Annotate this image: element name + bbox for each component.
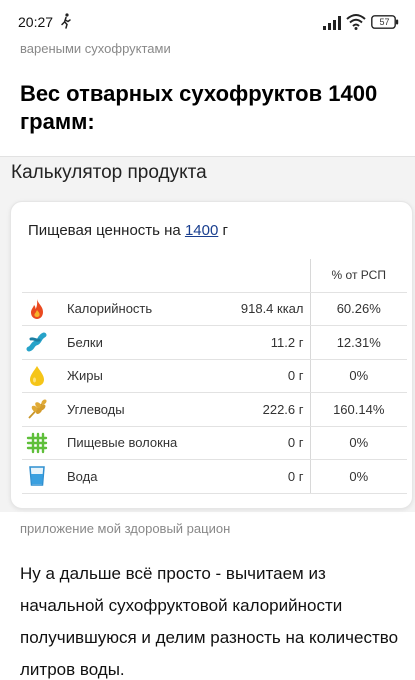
nutrient-name: Углеводы bbox=[52, 392, 204, 427]
signal-icon bbox=[323, 16, 341, 30]
image-caption-top: вареными сухофруктами bbox=[20, 41, 171, 56]
pct-header: % от РСП bbox=[310, 259, 407, 293]
table-row: Углеводы 222.6 г 160.14% bbox=[22, 392, 407, 427]
table-row: Жиры 0 г 0% bbox=[22, 359, 407, 393]
nutrient-percent: 0% bbox=[310, 459, 407, 494]
table-row: Белки 11.2 г 12.31% bbox=[22, 325, 407, 360]
nutrient-name: Калорийность bbox=[52, 292, 204, 326]
table-header-row: % от РСП bbox=[22, 259, 407, 293]
nutrient-percent: 0% bbox=[310, 359, 407, 393]
card-title-quantity[interactable]: 1400 bbox=[185, 222, 218, 239]
fat-drop-icon bbox=[30, 365, 44, 386]
water-glass-icon bbox=[29, 466, 45, 486]
card-title-unit: г bbox=[222, 222, 228, 239]
nutrient-value: 918.4 ккал bbox=[204, 292, 311, 326]
nutrient-value: 11.2 г bbox=[204, 325, 311, 360]
table-row: Пищевые волокна 0 г 0% bbox=[22, 426, 407, 460]
nutrient-name: Вода bbox=[52, 459, 204, 494]
image-caption-bottom: приложение мой здоровый рацион bbox=[20, 521, 231, 536]
nutrient-percent: 12.31% bbox=[310, 325, 407, 360]
card-title-prefix: Пищевая ценность на bbox=[28, 222, 181, 239]
calculator-title: Калькулятор продукта bbox=[11, 162, 207, 183]
article-heading: Вес отварных сухофруктов 1400 грамм: bbox=[20, 81, 378, 134]
nutrient-percent: 60.26% bbox=[310, 292, 407, 326]
nutrition-table: % от РСП Калорийность 918.4 ккал 60.26% … bbox=[22, 259, 407, 494]
nutrient-name: Жиры bbox=[52, 359, 204, 393]
nutrient-value: 0 г bbox=[204, 426, 311, 460]
table-row: Вода 0 г 0% bbox=[22, 459, 407, 494]
nutrient-name: Пищевые волокна bbox=[52, 426, 204, 460]
wifi-icon bbox=[346, 14, 366, 30]
nutrition-card-title: Пищевая ценность на 1400 г bbox=[28, 222, 228, 239]
nutrient-name: Белки bbox=[52, 325, 204, 360]
wheat-icon bbox=[28, 399, 47, 419]
fire-icon bbox=[31, 298, 43, 319]
protein-icon bbox=[26, 332, 47, 352]
fiber-icon bbox=[26, 432, 48, 453]
nutrient-value: 222.6 г bbox=[204, 392, 311, 427]
nutrient-value: 0 г bbox=[204, 459, 311, 494]
nutrient-value: 0 г bbox=[204, 359, 311, 393]
nutrient-percent: 0% bbox=[310, 426, 407, 460]
table-row: Калорийность 918.4 ккал 60.26% bbox=[22, 292, 407, 326]
battery-level: 57 bbox=[379, 17, 390, 27]
nutrient-percent: 160.14% bbox=[310, 392, 407, 427]
walking-icon bbox=[61, 13, 71, 29]
status-time: 20:27 bbox=[18, 14, 54, 30]
status-bar: 20:27 57 bbox=[0, 0, 415, 38]
article-paragraph: Ну а дальше всё просто - вычитаем из нач… bbox=[20, 564, 399, 679]
